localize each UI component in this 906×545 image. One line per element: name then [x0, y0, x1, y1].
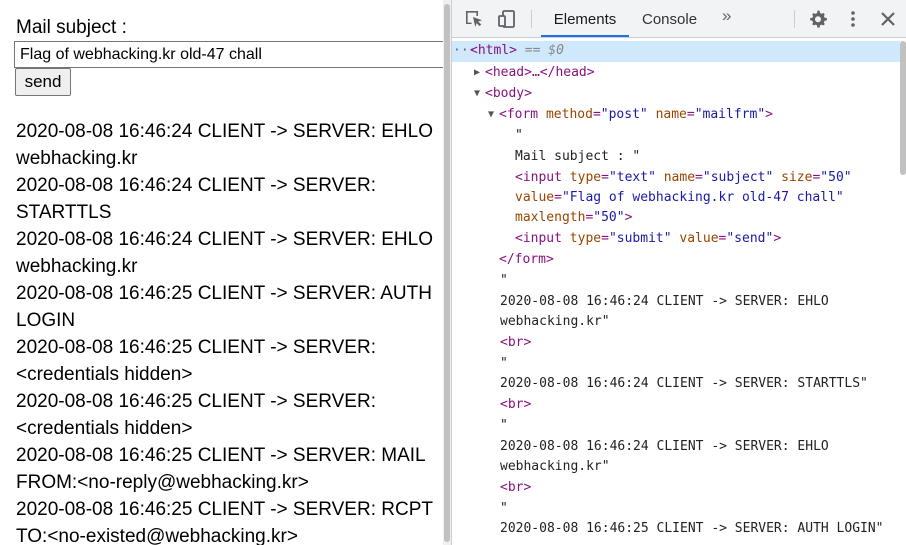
collapse-triangle-icon[interactable]: ▼ [488, 109, 494, 120]
log-line: <credentials hidden> [16, 364, 193, 385]
log-line: 2020-08-08 16:46:24 CLIENT -> SERVER: [16, 175, 376, 196]
dom-node-form[interactable]: <form method="post" name="mailfrm"> [499, 107, 773, 122]
devtools-scrollbar-thumb[interactable] [900, 41, 906, 175]
dom-node-head[interactable]: <head>…</head> [485, 65, 595, 80]
send-button[interactable]: send [15, 68, 71, 96]
dom-text-node[interactable]: " [515, 128, 523, 143]
dom-text-node[interactable]: 2020-08-08 16:46:25 CLIENT -> SERVER: AU… [500, 521, 884, 536]
log-line: <credentials hidden> [16, 418, 193, 439]
tab-elements[interactable]: Elements [541, 0, 629, 37]
dom-node-form-close[interactable]: </form> [499, 252, 554, 267]
close-icon[interactable] [878, 9, 898, 29]
dom-text-node[interactable]: 2020-08-08 16:46:24 CLIENT -> SERVER: EH… [500, 439, 829, 454]
dom-node-input-submit[interactable]: <input type="submit" value="send"> [515, 231, 781, 246]
dom-node-br[interactable]: <br> [500, 397, 531, 412]
dom-text-node[interactable]: 2020-08-08 16:46:24 CLIENT -> SERVER: ST… [500, 376, 868, 391]
dom-node-input-text[interactable]: <input type="text" name="subject" size="… [515, 170, 852, 185]
dom-node-br[interactable]: <br> [500, 335, 531, 350]
dom-text-node[interactable]: " [500, 418, 508, 433]
elements-dom-tree: ··· <html> == $0 ▶ <head>…</head> ▼ <bod… [452, 39, 900, 545]
log-line: 2020-08-08 16:46:25 CLIENT -> SERVER: MA… [16, 445, 426, 466]
devtools-scrollbar[interactable] [900, 39, 906, 545]
page-viewport: Mail subject : send 2020-08-08 16:46:24 … [0, 0, 443, 545]
dom-node-br[interactable]: <br> [500, 480, 531, 495]
collapse-triangle-icon[interactable]: ▼ [474, 88, 480, 99]
log-line: 2020-08-08 16:46:25 CLIENT -> SERVER: AU… [16, 283, 432, 304]
toolbar-separator [794, 10, 795, 28]
more-tabs-button[interactable]: » [722, 6, 731, 26]
log-line: TO:<no-existed@webhacking.kr> [16, 526, 298, 545]
dom-node-input-text-cont[interactable]: maxlength="50"> [515, 210, 632, 225]
dom-text-node[interactable]: Mail subject : " [515, 149, 640, 164]
log-line: webhacking.kr [16, 148, 138, 169]
expand-triangle-icon[interactable]: ▶ [474, 67, 480, 78]
log-line: 2020-08-08 16:46:24 CLIENT -> SERVER: EH… [16, 121, 433, 142]
log-line: FROM:<no-reply@webhacking.kr> [16, 472, 309, 493]
dom-node-body[interactable]: <body> [485, 86, 532, 101]
dom-node-html[interactable]: <html> == $0 [470, 43, 564, 58]
log-line: STARTTLS [16, 202, 112, 223]
smtp-log: 2020-08-08 16:46:24 CLIENT -> SERVER: EH… [16, 118, 443, 545]
log-line: 2020-08-08 16:46:25 CLIENT -> SERVER: RC… [16, 499, 433, 520]
log-line: LOGIN [16, 310, 76, 331]
inspect-element-icon[interactable] [464, 9, 484, 29]
mail-subject-label: Mail subject : [16, 17, 127, 38]
log-line: webhacking.kr [16, 256, 138, 277]
dom-text-node[interactable]: " [500, 273, 508, 288]
page-scrollbar[interactable] [443, 0, 451, 545]
dom-text-node[interactable]: " [500, 356, 508, 371]
settings-gear-icon[interactable] [808, 9, 828, 29]
devtools-panel: Elements Console » ··· <html> == $0 ▶ <h… [451, 0, 906, 545]
mail-subject-input[interactable] [14, 41, 443, 68]
log-line: 2020-08-08 16:46:24 CLIENT -> SERVER: EH… [16, 229, 433, 250]
dom-text-node[interactable]: 2020-08-08 16:46:24 CLIENT -> SERVER: EH… [500, 294, 829, 309]
html-tag: <html> [470, 43, 517, 58]
kebab-menu-icon[interactable] [843, 9, 863, 29]
dom-text-node[interactable]: webhacking.kr" [500, 314, 610, 329]
devtools-toolbar: Elements Console » [452, 0, 906, 38]
dom-node-input-text-cont[interactable]: value="Flag of webhacking.kr old-47 chal… [515, 190, 844, 205]
dom-text-node[interactable]: " [500, 501, 508, 516]
dom-text-node[interactable]: webhacking.kr" [500, 459, 610, 474]
page-scrollbar-thumb[interactable] [444, 4, 450, 542]
selected-marker: == $0 [524, 43, 564, 58]
device-toggle-icon[interactable] [497, 9, 517, 29]
log-line: 2020-08-08 16:46:25 CLIENT -> SERVER: [16, 337, 376, 358]
log-line: 2020-08-08 16:46:25 CLIENT -> SERVER: [16, 391, 376, 412]
toolbar-separator [531, 10, 532, 28]
tab-console[interactable]: Console [642, 0, 697, 37]
